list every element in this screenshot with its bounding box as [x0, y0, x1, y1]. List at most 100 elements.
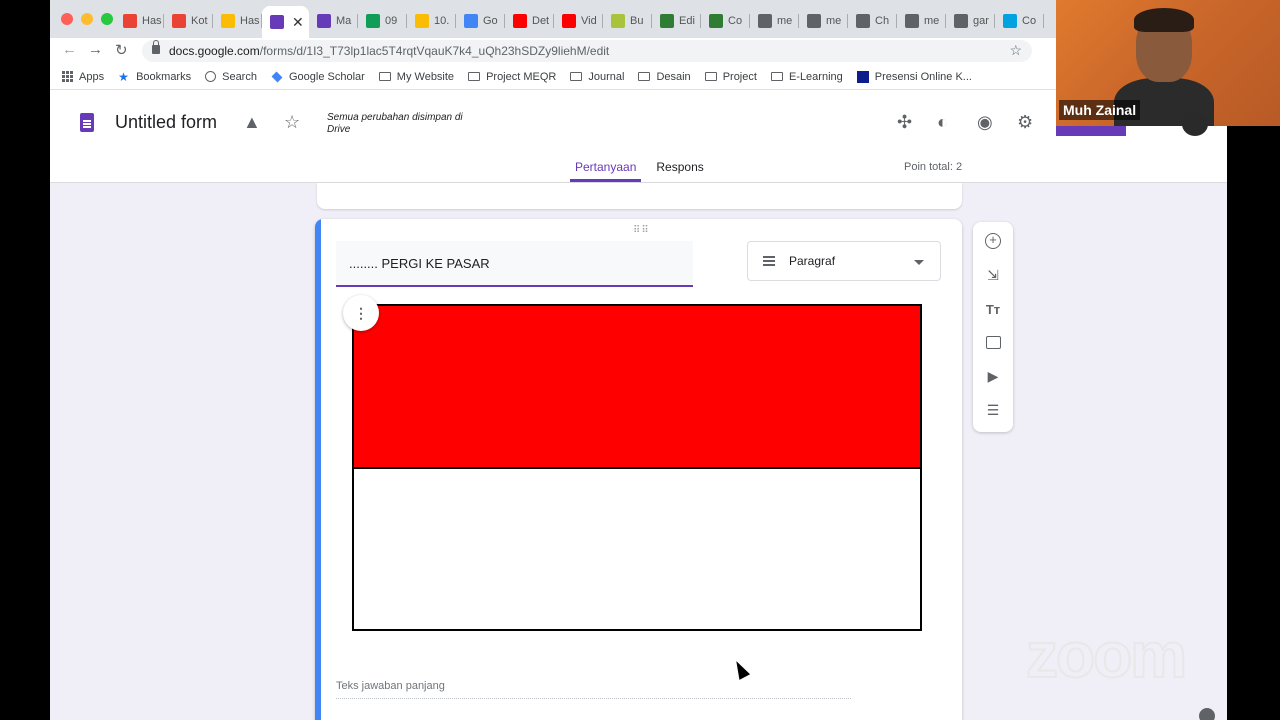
browser-tab[interactable]: Vid — [554, 8, 603, 34]
star-icon[interactable]: ☆ — [284, 112, 300, 133]
tab-label: me — [777, 15, 793, 27]
forms-logo-icon[interactable] — [80, 113, 94, 132]
account-avatar[interactable] — [1182, 112, 1208, 136]
browser-tab[interactable]: Kot — [164, 8, 213, 34]
question-text[interactable]: ........ PERGI KE PASAR — [349, 256, 490, 271]
close-window-button[interactable] — [61, 13, 73, 25]
bookmarks-bar: Apps ★ Bookmarks Search Google Scholar My Web… — [50, 64, 1227, 90]
bookmark-item[interactable]: Desain — [638, 71, 691, 83]
bookmark-item[interactable]: Project MEQR — [468, 71, 556, 83]
send-button[interactable] — [1056, 126, 1126, 136]
previous-question-card[interactable] — [317, 183, 962, 209]
forms-icon — [317, 14, 331, 28]
site-icon — [660, 14, 674, 28]
import-questions-icon[interactable]: ⇲ — [983, 265, 1003, 285]
gmail-icon — [172, 14, 186, 28]
tab-label: Co — [728, 15, 743, 27]
help-icon[interactable] — [1199, 708, 1215, 720]
browser-tab[interactable]: Has — [115, 8, 164, 34]
settings-gear-icon[interactable]: ⚙ — [1017, 112, 1033, 133]
bookmark-item[interactable]: Journal — [570, 71, 624, 83]
addons-icon[interactable]: ✣ — [897, 112, 912, 133]
bookmark-item[interactable]: Presensi Online K... — [856, 70, 972, 83]
browser-tab[interactable]: Go — [456, 8, 505, 34]
tab-questions[interactable]: Pertanyaan — [570, 160, 642, 182]
keep-icon — [611, 14, 625, 28]
browser-tab[interactable]: Co — [701, 8, 750, 34]
drag-handle-icon[interactable]: ⠿⠿ — [633, 225, 650, 236]
folder-icon — [704, 72, 717, 81]
add-image-icon[interactable] — [983, 332, 1003, 352]
tab-label: 10. — [434, 15, 450, 27]
question-title-input[interactable]: ........ PERGI KE PASAR — [336, 241, 693, 287]
classroom-icon — [366, 14, 380, 28]
bookmark-star-icon[interactable]: ☆ — [1009, 42, 1022, 59]
browser-tab[interactable]: me — [799, 8, 848, 34]
qbox-icon — [1003, 14, 1017, 28]
add-title-icon[interactable]: Tт — [983, 299, 1003, 319]
tab-label: me — [826, 15, 842, 27]
save-status: Semua perubahan disimpan di Drive — [327, 112, 463, 135]
google-icon — [807, 14, 821, 28]
url-text[interactable]: docs.google.com/forms/d/1I3_T73lp1lac5T4… — [169, 44, 609, 58]
browser-tab[interactable]: Det — [505, 8, 554, 34]
image-white-band — [354, 469, 920, 629]
add-section-icon[interactable]: ☰ — [983, 400, 1003, 420]
google-icon — [954, 14, 968, 28]
docs-icon — [464, 14, 478, 28]
bookmark-item[interactable]: ★ Bookmarks — [118, 71, 191, 83]
bookmark-label: Search — [222, 70, 257, 83]
folder-icon — [468, 72, 481, 81]
tab-label: Go — [483, 15, 498, 27]
bookmark-item[interactable]: E-Learning — [770, 71, 843, 83]
browser-tab[interactable]: Co — [995, 8, 1044, 34]
move-to-folder-icon[interactable]: ▲ — [243, 112, 261, 133]
bookmark-label: Apps — [79, 70, 105, 83]
site-icon — [709, 14, 723, 28]
maximize-window-button[interactable] — [101, 13, 113, 25]
reload-icon[interactable]: ↻ — [115, 41, 128, 59]
browser-tab[interactable]: Edi — [652, 8, 701, 34]
browser-tab[interactable]: Bu — [603, 8, 652, 34]
question-image[interactable] — [352, 304, 922, 631]
bookmark-item[interactable]: Apps — [62, 71, 104, 83]
participant-name: Muh Zainal — [1059, 100, 1141, 120]
browser-tab[interactable]: 09 — [358, 8, 407, 34]
bookmark-item[interactable]: Project — [704, 71, 757, 83]
forward-icon[interactable]: → — [88, 41, 103, 58]
form-title[interactable]: Untitled form — [115, 112, 217, 133]
question-card[interactable]: ⠿⠿ ........ PERGI KE PASAR Paragraf ⋮ Te… — [315, 219, 962, 720]
tab-label: Bu — [630, 15, 644, 27]
drive-icon — [221, 14, 235, 28]
back-icon[interactable]: ← — [62, 41, 77, 58]
tab-responses[interactable]: Respons — [651, 160, 708, 182]
browser-tab[interactable]: Ma — [309, 8, 358, 34]
browser-tab[interactable]: me — [897, 8, 946, 34]
preview-eye-icon[interactable]: ◉ — [977, 112, 993, 133]
bookmark-item[interactable]: Search — [205, 71, 257, 83]
palette-icon[interactable]: ◐ — [937, 112, 948, 133]
apps-grid-icon — [62, 71, 73, 82]
forms-icon — [270, 15, 284, 29]
bookmark-item[interactable]: My Website — [378, 71, 454, 83]
add-question-icon[interactable]: + — [983, 231, 1003, 251]
tab-label: Ch — [875, 15, 890, 27]
browser-tab[interactable]: me — [750, 8, 799, 34]
link-icon — [856, 14, 870, 28]
browser-tab[interactable]: Ch — [848, 8, 897, 34]
close-tab-icon[interactable]: ✕ — [292, 14, 304, 31]
paragraph-icon — [763, 256, 775, 258]
address-bar[interactable]: docs.google.com/forms/d/1I3_T73lp1lac5T4… — [142, 40, 1032, 62]
browser-tab[interactable]: Has — [213, 8, 262, 34]
browser-tab[interactable]: 10. — [407, 8, 456, 34]
google-icon — [758, 14, 772, 28]
image-more-options-icon[interactable]: ⋮ — [343, 295, 379, 331]
bookmark-item[interactable]: Google Scholar — [271, 71, 365, 83]
browser-toolbar: ← → ↻ docs.google.com/forms/d/1I3_T73lp1… — [50, 38, 1227, 64]
browser-tab[interactable]: ✕ — [262, 6, 309, 38]
browser-tab[interactable]: gar — [946, 8, 995, 34]
add-video-icon[interactable]: ▶ — [983, 366, 1003, 386]
minimize-window-button[interactable] — [81, 13, 93, 25]
floating-toolbar: + ⇲ Tт ▶ ☰ — [973, 222, 1013, 432]
question-type-select[interactable]: Paragraf — [747, 241, 941, 281]
